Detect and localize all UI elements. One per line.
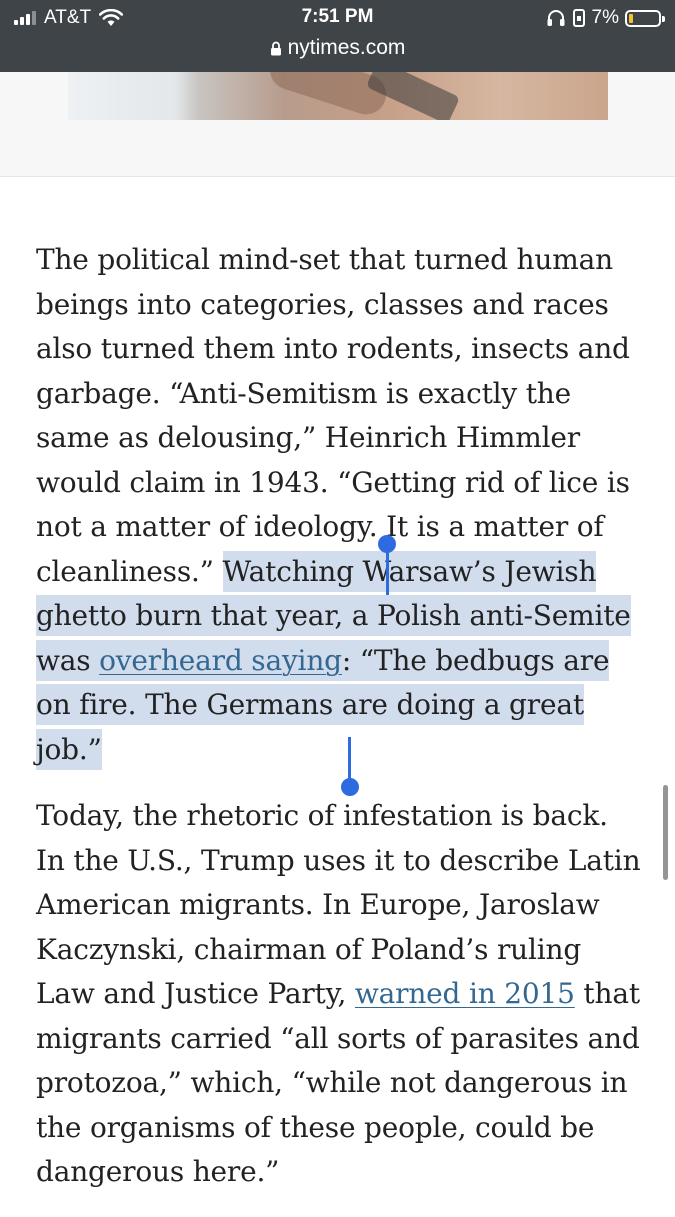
- selection-end-handle[interactable]: [341, 778, 359, 796]
- status-right-group: 7%: [546, 5, 665, 31]
- paragraph-text: The political mind-set that turned human…: [36, 243, 630, 588]
- article-body: The political mind-set that turned human…: [36, 238, 641, 1217]
- battery-percent: 7%: [591, 7, 619, 28]
- battery-level-fill: [629, 13, 633, 23]
- selection-end-caret: [348, 737, 351, 783]
- article-image-container: [0, 72, 675, 177]
- headphones-icon: [547, 10, 565, 26]
- selection-start-caret: [386, 547, 389, 595]
- warned-in-2015-link[interactable]: warned in 2015: [355, 977, 575, 1010]
- battery-icon: [625, 9, 665, 27]
- overheard-saying-link[interactable]: overheard saying: [99, 644, 342, 677]
- rotation-lock-icon: [572, 9, 585, 27]
- address-bar[interactable]: nytimes.com: [0, 34, 675, 62]
- lock-icon: [270, 41, 281, 55]
- status-bar: AT&T 7:51 PM 7% nytimes.com: [0, 0, 675, 72]
- article-image: [68, 72, 608, 120]
- article-paragraph: Today, the rhetoric of infestation is ba…: [36, 794, 641, 1195]
- scroll-indicator[interactable]: [663, 785, 668, 880]
- article-paragraph: The political mind-set that turned human…: [36, 238, 641, 772]
- url-text[interactable]: nytimes.com: [288, 36, 406, 60]
